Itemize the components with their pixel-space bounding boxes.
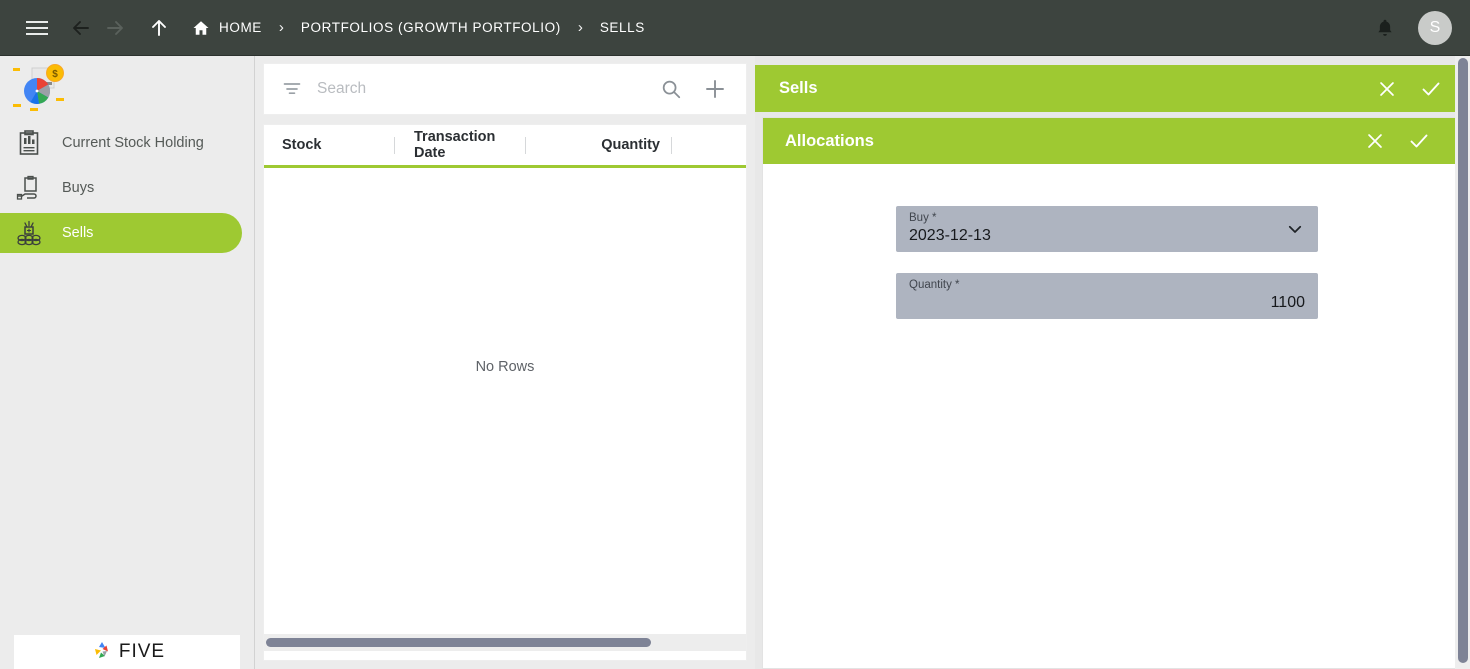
portfolio-pie-chart-logo: $ [10, 61, 72, 117]
breadcrumb-separator-1: › [278, 19, 284, 36]
filter-icon[interactable] [281, 78, 303, 100]
close-icon [1380, 81, 1394, 96]
breadcrumb-separator-2: › [577, 19, 583, 36]
arrow-left-icon [73, 20, 89, 35]
hamburger-icon [26, 20, 48, 35]
up-level-button[interactable] [142, 11, 176, 45]
quantity-field-value: 1100 [1270, 294, 1305, 311]
records-grid: Stock Transaction Date Quantity No Rows [263, 124, 747, 661]
list-panel: Stock Transaction Date Quantity No Rows [256, 56, 755, 669]
search-icon [662, 80, 681, 99]
sells-title: Sells [779, 79, 818, 97]
money-stack-icon [12, 218, 46, 248]
back-button[interactable] [64, 11, 98, 45]
breadcrumb-item-portfolios[interactable]: PORTFOLIOS (GROWTH PORTFOLIO) [301, 20, 561, 35]
five-star-logo [94, 642, 108, 658]
breadcrumb-label-home: HOME [219, 20, 262, 35]
allocations-form-body: Buy * 2023-12-13 Quantity * 1100 [763, 164, 1456, 668]
search-bar [263, 63, 747, 115]
plus-icon [706, 80, 724, 98]
close-icon [1368, 134, 1382, 148]
user-avatar[interactable]: S [1418, 10, 1452, 45]
allocations-confirm-button[interactable] [1402, 124, 1436, 158]
form-panel: Sells Allocations Buy * 2023-12-13 Quant… [755, 56, 1470, 669]
sidebar-item-sells[interactable]: Sells [0, 213, 242, 253]
buy-field-value: 2023-12-13 [909, 227, 991, 244]
breadcrumb-item-sells[interactable]: SELLS [600, 20, 645, 35]
sells-close-button[interactable] [1370, 72, 1404, 106]
sells-header-bar: Sells [755, 65, 1470, 112]
notifications-button[interactable] [1368, 11, 1402, 45]
form-panel-vertical-scrollbar-thumb[interactable] [1458, 58, 1468, 663]
grid-horizontal-scrollbar-thumb[interactable] [266, 638, 651, 647]
check-icon [1422, 82, 1440, 95]
forward-button[interactable] [98, 11, 132, 45]
quantity-field-label: Quantity * [909, 279, 960, 291]
check-icon [1410, 134, 1428, 148]
sidebar-item-label: Sells [62, 225, 94, 241]
grid-header-row: Stock Transaction Date Quantity [264, 125, 746, 168]
search-button[interactable] [656, 74, 686, 104]
grid-horizontal-scrollbar[interactable] [264, 634, 746, 651]
breadcrumb-item-home[interactable]: HOME [192, 19, 262, 37]
five-footer-logo: FIVE [14, 635, 240, 669]
avatar-initial: S [1429, 18, 1441, 36]
buy-field-label: Buy * [909, 212, 937, 224]
svg-text:$: $ [52, 69, 58, 80]
five-logo-text: FIVE [118, 641, 166, 662]
column-header-stock[interactable]: Stock [282, 137, 394, 153]
sidebar-item-buys[interactable]: Buys [0, 168, 242, 208]
column-separator-3[interactable] [671, 136, 672, 154]
arrow-right-icon [107, 20, 123, 35]
sidebar-nav: Current Stock Holding Buys Sells [0, 123, 255, 258]
sidebar: $ Current Stock Holding Buys Sells FIVE [0, 56, 255, 669]
grid-body: No Rows [264, 168, 746, 651]
sells-confirm-button[interactable] [1414, 72, 1448, 106]
clipboard-chart-icon [12, 128, 46, 158]
buy-select-field[interactable]: Buy * 2023-12-13 [896, 206, 1318, 252]
hand-clipboard-icon [12, 173, 46, 203]
breadcrumb-label-portfolios: PORTFOLIOS (GROWTH PORTFOLIO) [300, 20, 561, 35]
allocations-close-button[interactable] [1358, 124, 1392, 158]
column-header-quantity[interactable]: Quantity [526, 137, 671, 153]
sidebar-item-current-stock-holding[interactable]: Current Stock Holding [0, 123, 242, 163]
allocations-title: Allocations [785, 131, 874, 150]
search-input[interactable] [317, 80, 656, 98]
allocations-card: Allocations Buy * 2023-12-13 Quantity * … [762, 117, 1457, 669]
add-record-button[interactable] [700, 74, 730, 104]
hamburger-menu-button[interactable] [20, 11, 54, 45]
home-icon [193, 20, 209, 35]
notification-bell-icon [1378, 19, 1392, 36]
top-navigation-bar: HOME › PORTFOLIOS (GROWTH PORTFOLIO) › S… [0, 0, 1470, 56]
breadcrumb-label-sells: SELLS [599, 20, 645, 35]
sidebar-item-label: Current Stock Holding [62, 135, 204, 151]
quantity-input-field[interactable]: Quantity * 1100 [896, 273, 1318, 319]
arrow-up-icon [152, 19, 166, 36]
column-header-transaction-date[interactable]: Transaction Date [395, 129, 525, 161]
sidebar-item-label: Buys [62, 180, 95, 196]
chevron-down-icon[interactable] [1286, 220, 1304, 238]
allocations-header-bar: Allocations [763, 118, 1456, 164]
empty-state-message: No Rows [475, 359, 535, 375]
application-root: HOME › PORTFOLIOS (GROWTH PORTFOLIO) › S… [0, 0, 1470, 669]
breadcrumb: HOME › PORTFOLIOS (GROWTH PORTFOLIO) › S… [192, 19, 645, 37]
